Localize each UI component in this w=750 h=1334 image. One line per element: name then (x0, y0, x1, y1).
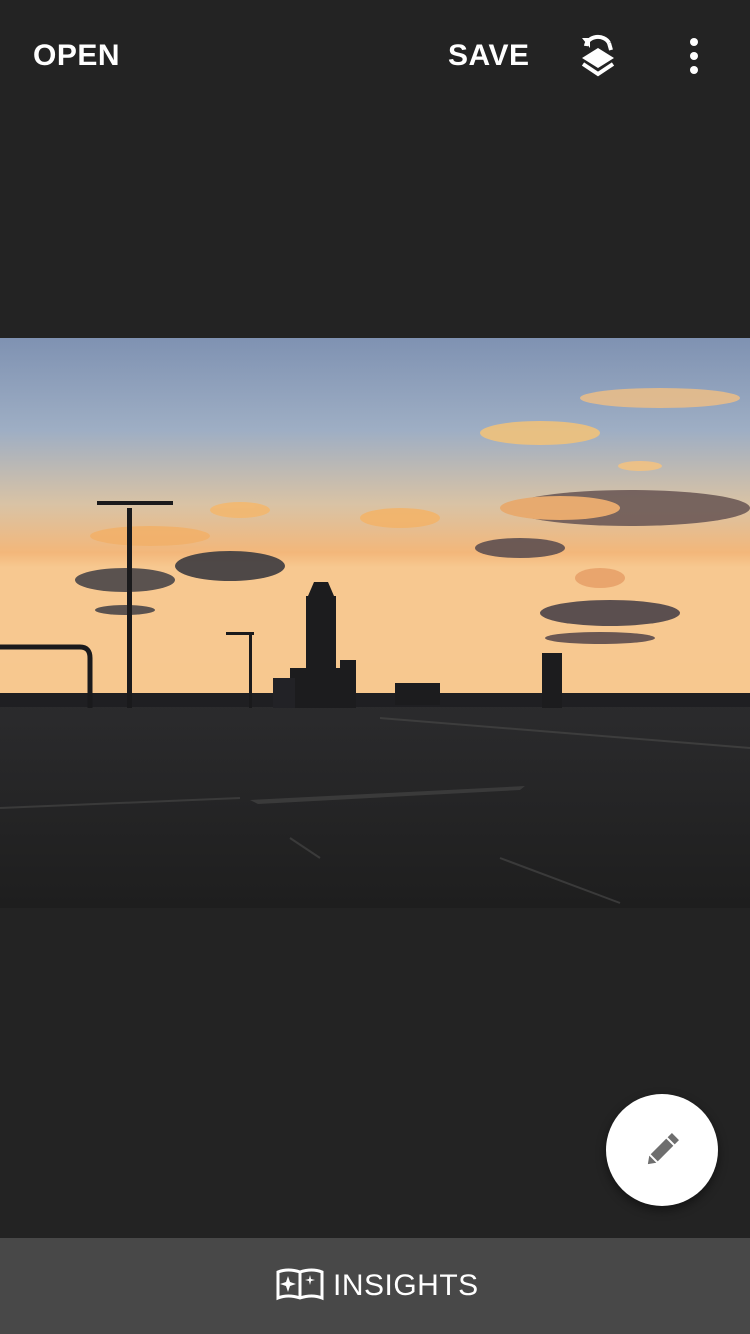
top-toolbar: OPEN SAVE (0, 0, 750, 112)
edit-fab-button[interactable] (606, 1094, 718, 1206)
book-sparkle-icon (276, 1268, 324, 1301)
photo-canvas[interactable] (0, 338, 750, 908)
insights-label: INSIGHTS (333, 1269, 479, 1302)
sunset-airport-photo (0, 338, 750, 908)
save-button[interactable]: SAVE (448, 36, 529, 76)
open-button[interactable]: OPEN (33, 36, 120, 76)
layers-undo-icon[interactable] (578, 32, 618, 80)
more-vert-icon[interactable] (680, 36, 708, 76)
bottom-bar: INSIGHTS (0, 1238, 750, 1334)
snapseed-main-screen: OPEN SAVE INSIGHTS (0, 0, 750, 1334)
pencil-icon (647, 1133, 679, 1165)
